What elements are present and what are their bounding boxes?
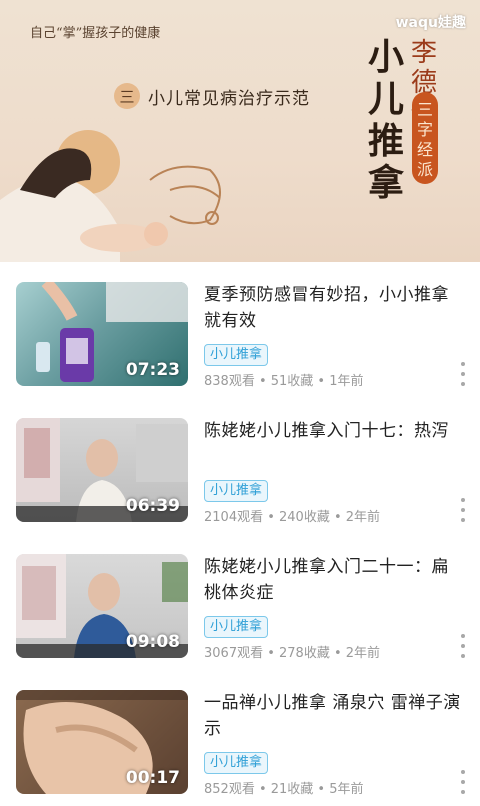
video-title[interactable]: 陈姥姥小儿推拿入门十七：热泻 [204,418,464,444]
video-thumbnail[interactable]: 00:17 [16,690,188,794]
more-options-icon[interactable] [458,634,468,658]
video-stats: 2104观看 • 240收藏 • 2年前 [204,510,381,525]
video-stats: 852观看 • 21收藏 • 5年前 [204,782,364,797]
banner-subtitle: 小儿常见病治疗示范 [148,88,310,109]
video-title[interactable]: 陈姥姥小儿推拿入门二十一：扁桃体炎症 [204,554,464,606]
video-item[interactable]: 09:08 陈姥姥小儿推拿入门二十一：扁桃体炎症 小儿推拿 3067观看 • 2… [0,534,480,670]
video-thumbnail[interactable]: 07:23 [16,282,188,386]
video-title[interactable]: 一品禅小儿推拿 涌泉穴 雷禅子演示 [204,690,464,742]
video-list: 07:23 夏季预防感冒有妙招，小小推拿就有效 小儿推拿 838观看 • 51收… [0,262,480,806]
video-duration: 00:17 [125,768,180,788]
banner-vertical-title: 小儿推拿 [367,36,404,204]
video-thumbnail[interactable]: 06:39 [16,418,188,522]
video-stats: 3067观看 • 278收藏 • 2年前 [204,646,381,661]
banner-subtitle-row: 三 小儿常见病治疗示范 [114,82,310,110]
banner-number-badge: 三 [114,83,140,109]
video-duration: 07:23 [125,360,180,380]
more-options-icon[interactable] [458,498,468,522]
more-options-icon[interactable] [458,770,468,794]
video-duration: 06:39 [125,496,180,516]
video-item[interactable]: 06:39 陈姥姥小儿推拿入门十七：热泻 小儿推拿 2104观看 • 240收藏… [0,398,480,534]
banner-seal: 三字经派 [412,92,438,184]
banner[interactable]: 自己“掌”握孩子的健康 三 小儿常见病治疗示范 小儿推拿 李德修 三字经派 wa… [0,0,480,262]
video-item[interactable]: 07:23 夏季预防感冒有妙招，小小推拿就有效 小儿推拿 838观看 • 51收… [0,262,480,398]
video-tag[interactable]: 小儿推拿 [204,480,269,502]
more-options-icon[interactable] [458,362,468,386]
watermark-logo: waqu娃趣 [395,15,466,31]
video-tag[interactable]: 小儿推拿 [204,752,269,774]
banner-slogan: 自己“掌”握孩子的健康 [30,26,161,41]
video-tag[interactable]: 小儿推拿 [204,344,269,366]
video-duration: 09:08 [125,632,180,652]
video-title[interactable]: 夏季预防感冒有妙招，小小推拿就有效 [204,282,464,334]
video-stats: 838观看 • 51收藏 • 1年前 [204,374,364,389]
banner-illustration [0,130,221,262]
video-thumbnail[interactable]: 09:08 [16,554,188,658]
video-item[interactable]: 00:17 一品禅小儿推拿 涌泉穴 雷禅子演示 小儿推拿 852观看 • 21收… [0,670,480,806]
video-tag[interactable]: 小儿推拿 [204,616,269,638]
